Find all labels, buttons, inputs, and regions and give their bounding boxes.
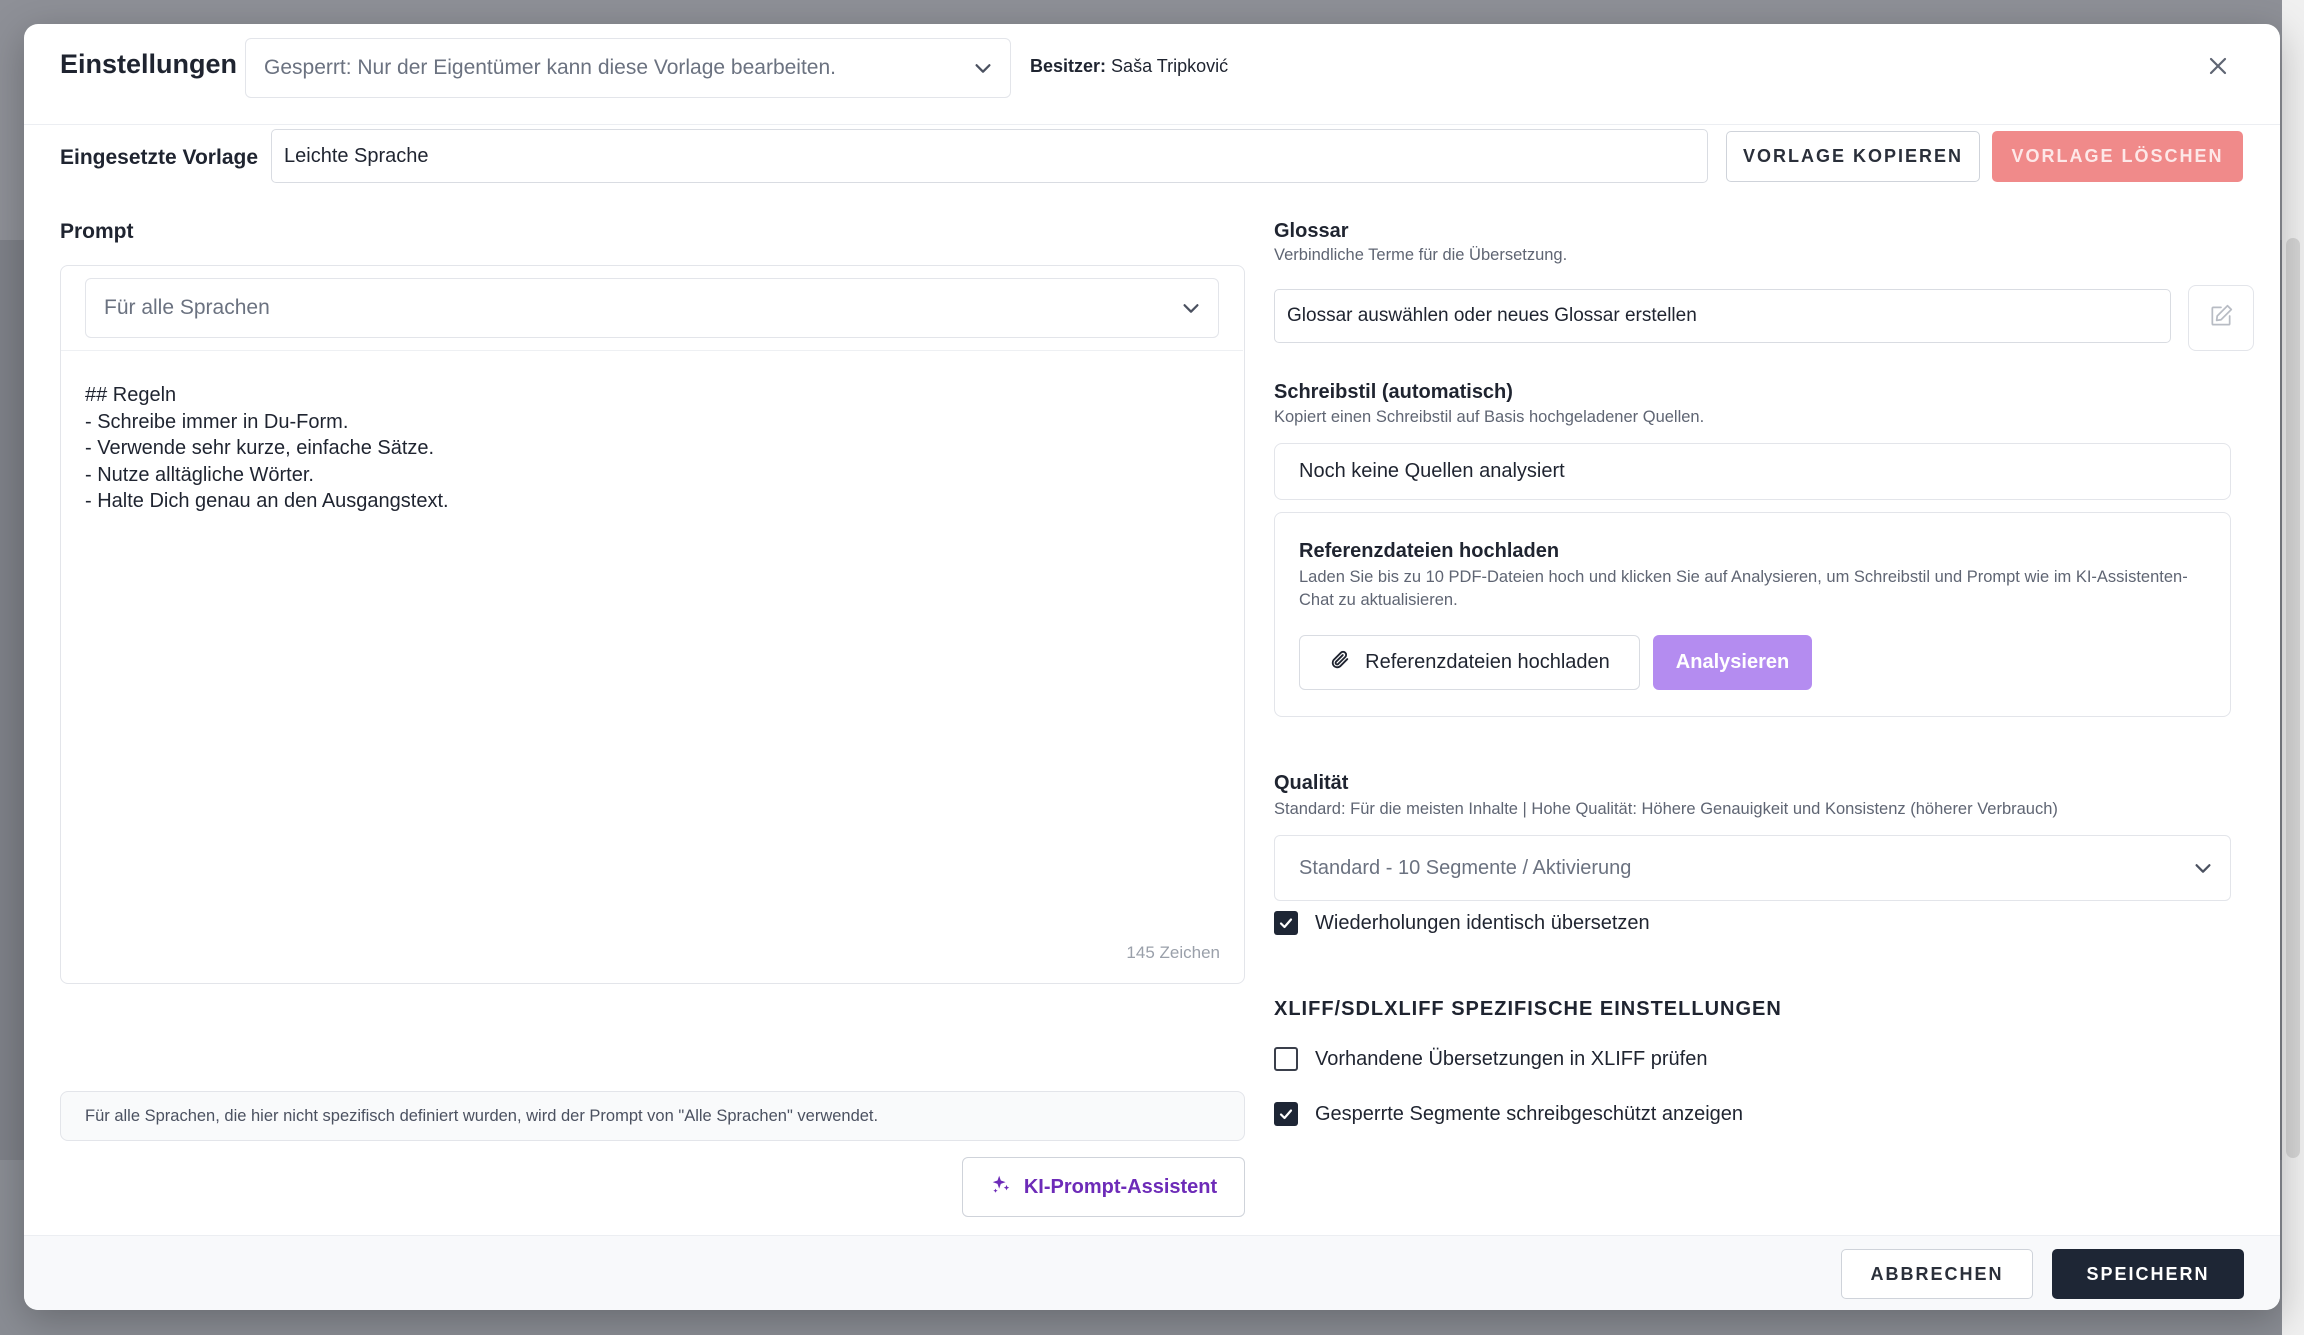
prompt-line: - Nutze alltägliche Wörter. [85,463,314,486]
owner-info: Besitzer: Saša Tripković [1030,56,1228,77]
style-title: Schreibstil (automatisch) [1274,381,1513,403]
check-existing-option[interactable]: Vorhandene Übersetzungen in XLIFF prüfen [1274,1047,1707,1071]
template-label: Eingesetzte Vorlage [60,146,259,169]
style-subtitle: Kopiert einen Schreibstil auf Basis hoch… [1274,408,1705,426]
prompt-line: - Schreibe immer in Du-Form. [85,410,349,433]
upload-references-label: Referenzdateien hochladen [1365,651,1610,673]
analyze-button[interactable]: Analysieren [1653,635,1812,690]
locked-readonly-label: Gesperrte Segmente schreibgeschützt anze… [1315,1102,1744,1125]
quality-title: Qualität [1274,772,1349,794]
sparkle-icon [990,1173,1012,1201]
repeat-identical-label: Wiederholungen identisch übersetzen [1315,911,1650,934]
chevron-down-icon [1180,297,1202,325]
prompt-line: - Halte Dich genau an den Ausgangstext. [85,490,449,512]
style-status: Noch keine Quellen analysiert [1274,443,2231,500]
glossar-select-value: Glossar auswählen oder neues Glossar ers… [1287,305,1697,326]
reference-upload-description: Laden Sie bis zu 10 PDF-Dateien hoch und… [1299,568,2188,609]
ki-prompt-assistant-label: KI-Prompt-Assistent [1023,1175,1218,1198]
close-icon[interactable] [2204,52,2232,80]
prompt-hint-text: Für alle Sprachen, die hier nicht spezif… [85,1106,879,1125]
glossar-edit-button[interactable] [2188,285,2254,351]
modal-title: Einstellungen [60,49,238,79]
reference-upload-card: Referenzdateien hochladen Laden Sie bis … [1274,512,2231,717]
style-status-text: Noch keine Quellen analysiert [1299,460,1565,482]
header-divider [24,124,2280,125]
copy-template-button[interactable]: VORLAGE KOPIEREN [1726,131,1980,182]
page-scrollbar-thumb[interactable] [2286,238,2300,1158]
lock-permission-select[interactable]: Gesperrt: Nur der Eigentümer kann diese … [245,38,1011,98]
xliff-section-title: XLIFF/SDLXLIFF SPEZIFISCHE EINSTELLUNGEN [1274,998,1782,1020]
template-name-value: Leichte Sprache [284,144,429,167]
language-select[interactable]: Für alle Sprachen [85,278,1219,338]
owner-name: Saša Tripković [1111,56,1229,76]
edit-icon [2208,303,2234,334]
check-existing-checkbox[interactable] [1274,1047,1298,1071]
chevron-down-icon [972,57,994,85]
glossar-subtitle: Verbindliche Terme für die Übersetzung. [1274,246,1568,264]
quality-subtitle: Standard: Für die meisten Inhalte | Hohe… [1274,800,2058,818]
prompt-hint: Für alle Sprachen, die hier nicht spezif… [60,1091,1245,1141]
glossar-title: Glossar [1274,220,1349,242]
settings-modal: Einstellungen Gesperrt: Nur der Eigentüm… [24,24,2280,1310]
language-select-value: Für alle Sprachen [104,296,270,319]
delete-template-button[interactable]: VORLAGE LÖSCHEN [1992,131,2243,182]
owner-label: Besitzer: [1030,56,1107,76]
prompt-textarea[interactable]: ## Regeln - Schreibe immer in Du-Form. -… [85,382,449,515]
locked-readonly-checkbox[interactable] [1274,1102,1298,1126]
cancel-button[interactable]: ABBRECHEN [1841,1249,2033,1299]
page-scrollbar[interactable] [2282,0,2304,1335]
glossar-select[interactable]: Glossar auswählen oder neues Glossar ers… [1274,289,2171,343]
reference-upload-title: Referenzdateien hochladen [1299,540,1560,562]
template-name-input[interactable]: Leichte Sprache [271,129,1708,183]
chevron-down-icon [2192,857,2214,885]
quality-select[interactable]: Standard - 10 Segmente / Aktivierung [1274,835,2231,901]
prompt-line: ## Regeln [85,384,177,406]
check-existing-label: Vorhandene Übersetzungen in XLIFF prüfen [1315,1047,1708,1070]
quality-select-value: Standard - 10 Segmente / Aktivierung [1299,856,1632,879]
repeat-identical-checkbox[interactable] [1274,911,1298,935]
char-count: 145 Zeichen [1126,943,1220,962]
repeat-identical-option[interactable]: Wiederholungen identisch übersetzen [1274,911,1650,935]
prompt-line: - Verwende sehr kurze, einfache Sätze. [85,437,435,459]
prompt-label: Prompt [60,220,134,243]
ki-prompt-assistant-button[interactable]: KI-Prompt-Assistent [962,1157,1245,1217]
prompt-editor: Für alle Sprachen ## Regeln - Schreibe i… [60,265,1245,984]
prompt-separator [61,350,1243,351]
lock-permission-value: Gesperrt: Nur der Eigentümer kann diese … [264,56,836,79]
locked-readonly-option[interactable]: Gesperrte Segmente schreibgeschützt anze… [1274,1102,1743,1126]
save-button[interactable]: SPEICHERN [2052,1249,2244,1299]
upload-references-button[interactable]: Referenzdateien hochladen [1299,635,1640,690]
paperclip-icon [1329,649,1351,677]
